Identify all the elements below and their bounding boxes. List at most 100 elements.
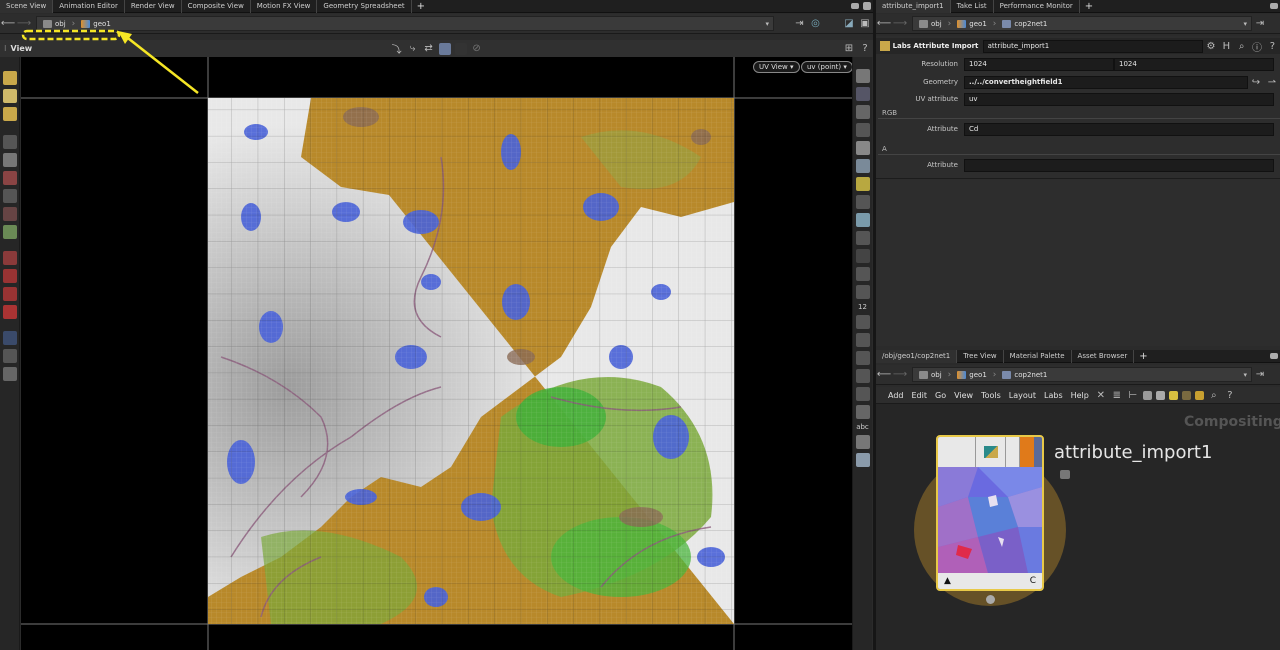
handles-icon[interactable] — [3, 225, 17, 239]
tab-scene-view[interactable]: Scene View — [0, 0, 54, 13]
crumb-obj[interactable]: obj — [913, 368, 948, 381]
image-icon[interactable] — [856, 435, 870, 449]
tab-tree-view[interactable]: Tree View — [957, 349, 1004, 363]
record-icon[interactable] — [454, 42, 467, 55]
rgb-attribute-field[interactable]: Cd — [964, 122, 1274, 136]
pane-menu-icon[interactable] — [851, 3, 859, 9]
square-icon[interactable] — [856, 405, 870, 419]
tab-motion-fx-view[interactable]: Motion FX View — [251, 0, 318, 13]
crumb-obj[interactable]: obj — [37, 17, 72, 30]
menu-add[interactable]: Add — [884, 391, 908, 400]
list-icon[interactable]: ≣ — [1109, 390, 1125, 401]
lighting-icon[interactable] — [856, 159, 870, 173]
axis-icon[interactable] — [856, 387, 870, 401]
view-tool-icon[interactable] — [3, 349, 17, 363]
link-icon[interactable]: ◎ — [808, 18, 824, 29]
view-handle-icon[interactable]: ⁝ — [0, 44, 11, 53]
tab-take-list[interactable]: Take List — [951, 0, 994, 13]
path-dropdown-icon[interactable]: ▾ — [1243, 20, 1251, 28]
info-icon[interactable]: ⓘ — [1249, 39, 1264, 54]
magnet-alt-icon[interactable] — [3, 287, 17, 301]
menu-help[interactable]: Help — [1067, 391, 1093, 400]
pane-menu-icon[interactable] — [1270, 3, 1278, 9]
gear-icon[interactable]: ⚙ — [1203, 41, 1218, 52]
geometry-snap-icon[interactable] — [3, 189, 17, 203]
arrow-tool-icon[interactable] — [3, 135, 17, 149]
menu-edit[interactable]: Edit — [908, 391, 932, 400]
point-display-icon[interactable] — [856, 231, 870, 245]
network-editor[interactable]: Compositing ▲ C attribute_import1 — [876, 404, 1280, 650]
node-output-connector[interactable] — [986, 595, 995, 604]
crumb-geo1[interactable]: geo1 — [951, 17, 993, 30]
horseshoe-icon[interactable] — [3, 305, 17, 319]
crumb-obj[interactable]: obj — [913, 17, 948, 30]
forward-icon[interactable]: ⟶ — [892, 18, 908, 29]
lock-icon[interactable] — [3, 153, 17, 167]
crosshair-icon[interactable] — [856, 369, 870, 383]
cook-flag[interactable]: C — [1030, 576, 1036, 586]
add-tab-button[interactable]: + — [1080, 1, 1098, 12]
profile-icon[interactable] — [856, 315, 870, 329]
wireframe-icon[interactable] — [856, 123, 870, 137]
network-box-icon[interactable] — [1181, 390, 1191, 400]
resolution-y-field[interactable]: 1024 — [1114, 57, 1274, 71]
tab-animation-editor[interactable]: Animation Editor — [53, 0, 125, 13]
table-view-icon[interactable] — [1155, 390, 1165, 400]
pin-icon[interactable]: ⇥ — [1252, 369, 1268, 380]
menu-layout[interactable]: Layout — [1005, 391, 1040, 400]
tab-performance-monitor[interactable]: Performance Monitor — [994, 0, 1080, 13]
camera-tool-icon[interactable] — [3, 331, 17, 345]
help-icon[interactable]: ? — [857, 43, 873, 54]
crumb-cop2net1[interactable]: cop2net1 — [996, 368, 1053, 381]
search-icon[interactable]: ⌕ — [1206, 390, 1222, 401]
menu-view[interactable]: View — [950, 391, 977, 400]
sticky-note-icon[interactable] — [1168, 390, 1178, 400]
search-icon[interactable]: ⌕ — [1234, 41, 1249, 52]
back-icon[interactable]: ⟵ — [876, 369, 892, 380]
uv-attribute-field[interactable]: uv — [964, 92, 1274, 106]
bypass-flag[interactable]: ▲ — [944, 576, 951, 586]
help-icon[interactable]: H — [1219, 41, 1234, 52]
track-tool-icon[interactable]: ⤷ — [405, 43, 421, 54]
tab-material-palette[interactable]: Material Palette — [1004, 349, 1072, 363]
magnet-icon[interactable] — [3, 269, 17, 283]
tab-asset-browser[interactable]: Asset Browser — [1072, 349, 1135, 363]
back-icon[interactable]: ⟵ — [0, 18, 16, 29]
node-chooser-icon[interactable]: ⇀ — [1264, 77, 1280, 88]
resolution-x-field[interactable]: 1024 — [964, 57, 1114, 71]
display-options-icon[interactable]: ◪ — [841, 18, 857, 29]
display-settings-icon[interactable]: ⊞ — [841, 43, 857, 54]
crumb-geo1[interactable]: geo1 — [951, 368, 993, 381]
dot-icon[interactable] — [856, 249, 870, 263]
corner-icon[interactable] — [856, 351, 870, 365]
uv-attribute-dropdown[interactable]: uv (point) ▾ — [801, 61, 853, 73]
pane-menu-icon[interactable] — [1270, 353, 1278, 359]
tab-render-view[interactable]: Render View — [125, 0, 182, 13]
pin-icon[interactable]: ⇥ — [792, 18, 808, 29]
tumble-tool-icon[interactable]: ⤵ — [389, 41, 405, 56]
crumb-geo1[interactable]: geo1 — [75, 17, 117, 30]
back-icon[interactable]: ⟵ — [876, 18, 892, 29]
point-numbers-icon[interactable]: 12 — [853, 303, 872, 311]
grid-view-icon[interactable] — [1142, 390, 1152, 400]
uv-view-dropdown[interactable]: UV View ▾ — [753, 61, 800, 73]
ik-tool-icon[interactable] — [3, 251, 17, 265]
forward-icon[interactable]: ⟶ — [892, 369, 908, 380]
home-icon[interactable] — [3, 367, 17, 381]
shadow-icon[interactable] — [856, 195, 870, 209]
path-dropdown-icon[interactable]: ▾ — [1243, 371, 1251, 379]
pin-display-icon[interactable] — [856, 453, 870, 467]
uv-display-icon[interactable] — [438, 42, 451, 55]
crumb-cop2net1[interactable]: cop2net1 — [996, 17, 1053, 30]
display-mode-icon[interactable] — [856, 69, 870, 83]
palette-icon[interactable] — [1194, 390, 1204, 400]
brush-display-icon[interactable] — [856, 333, 870, 347]
alpha-attribute-field[interactable] — [964, 158, 1274, 172]
normals-icon[interactable] — [856, 267, 870, 281]
swap-icon[interactable]: ⇄ — [421, 43, 437, 54]
shaded-icon[interactable] — [856, 141, 870, 155]
geometry-path-field[interactable]: ../../convertheightfield1 — [964, 75, 1248, 89]
text-display-icon[interactable]: abc — [853, 423, 872, 431]
wrench-icon[interactable]: ✕ — [1093, 390, 1109, 401]
forward-icon[interactable]: ⟶ — [16, 18, 32, 29]
